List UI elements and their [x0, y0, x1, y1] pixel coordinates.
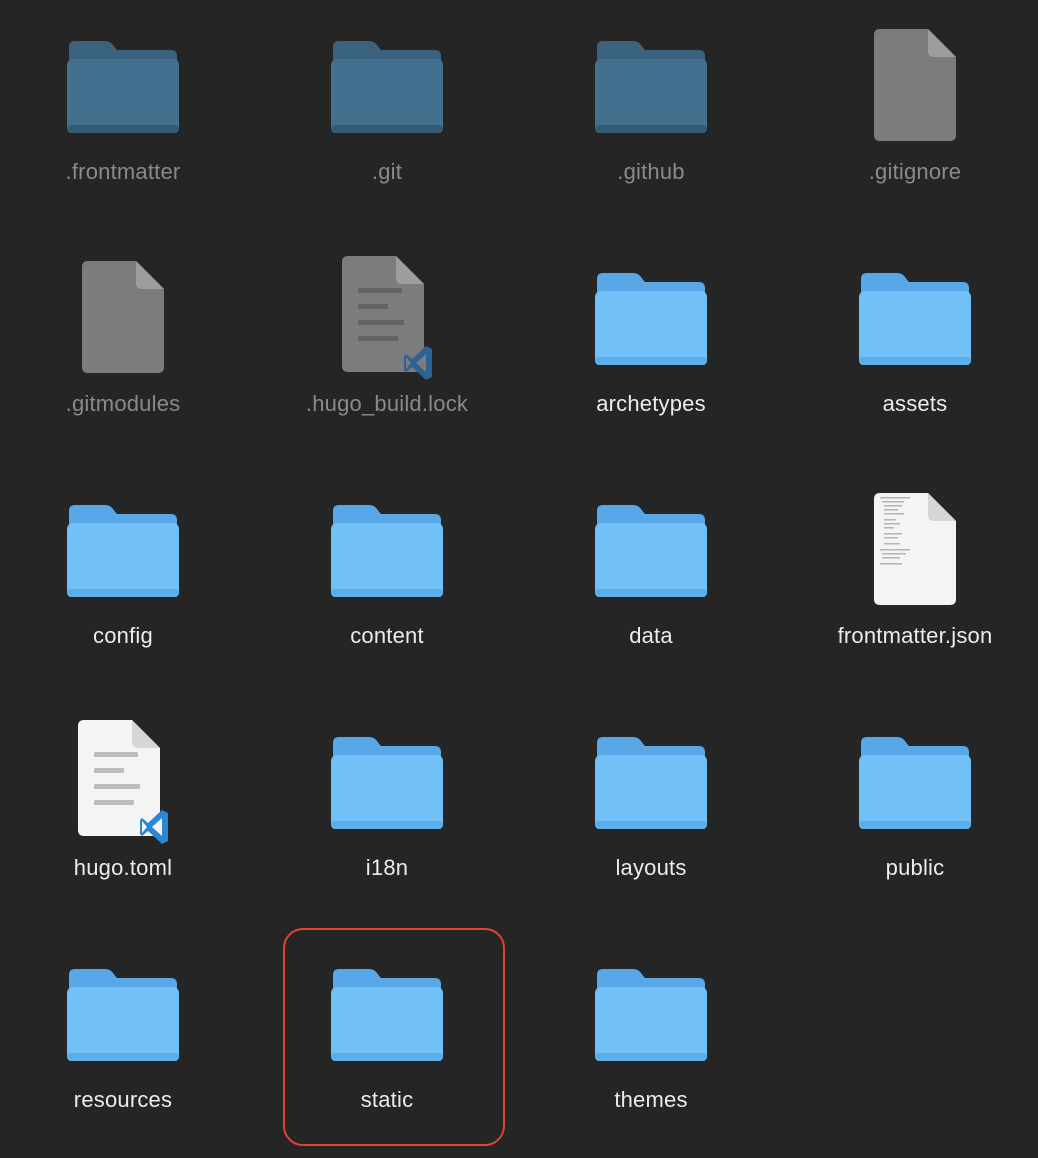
item-label: themes — [614, 1087, 688, 1112]
file-gitignore[interactable]: .gitignore — [795, 20, 1035, 220]
item-label: .frontmatter — [65, 159, 181, 184]
item-label: resources — [73, 1087, 173, 1112]
item-label: static — [360, 1087, 414, 1112]
folder-content[interactable]: content — [267, 484, 507, 684]
folder-icon — [267, 948, 507, 1078]
finder-icon-grid: .frontmatter .git .github .gitignore .gi… — [0, 0, 1038, 1158]
item-label: archetypes — [596, 391, 706, 416]
folder-resources[interactable]: resources — [3, 948, 243, 1148]
item-label: .git — [371, 159, 403, 184]
folder-icon — [267, 20, 507, 150]
folder-icon — [531, 252, 771, 382]
item-label: content — [350, 623, 424, 648]
folder-icon — [531, 484, 771, 614]
text-document-icon — [795, 484, 1035, 614]
item-label: .gitignore — [868, 159, 962, 184]
item-label: .gitmodules — [65, 391, 181, 416]
file-hugo-toml[interactable]: hugo.toml — [3, 716, 243, 916]
item-label: public — [885, 855, 945, 880]
item-label: .hugo_build.lock — [305, 391, 469, 416]
folder-github[interactable]: .github — [531, 20, 771, 220]
folder-config[interactable]: config — [3, 484, 243, 684]
item-label: .github — [617, 159, 685, 184]
file-frontmatter-json[interactable]: frontmatter.json — [795, 484, 1035, 684]
folder-icon — [3, 948, 243, 1078]
folder-icon — [267, 484, 507, 614]
folder-git[interactable]: .git — [267, 20, 507, 220]
item-label: assets — [882, 391, 948, 416]
folder-icon — [3, 20, 243, 150]
blank-document-icon — [795, 20, 1035, 150]
folder-icon — [531, 20, 771, 150]
folder-icon — [795, 252, 1035, 382]
item-label: i18n — [365, 855, 409, 880]
folder-assets[interactable]: assets — [795, 252, 1035, 452]
folder-icon — [795, 716, 1035, 846]
folder-static[interactable]: static — [267, 948, 507, 1148]
folder-archetypes[interactable]: archetypes — [531, 252, 771, 452]
folder-data[interactable]: data — [531, 484, 771, 684]
item-label: hugo.toml — [73, 855, 173, 880]
folder-i18n[interactable]: i18n — [267, 716, 507, 916]
item-label: layouts — [615, 855, 687, 880]
item-label: frontmatter.json — [837, 623, 993, 648]
folder-layouts[interactable]: layouts — [531, 716, 771, 916]
vscode-document-icon — [3, 716, 243, 846]
blank-document-icon — [3, 252, 243, 382]
folder-icon — [3, 484, 243, 614]
folder-icon — [267, 716, 507, 846]
file-hugo-build-lock[interactable]: .hugo_build.lock — [267, 252, 507, 452]
item-label: config — [93, 623, 153, 648]
folder-themes[interactable]: themes — [531, 948, 771, 1148]
item-label: data — [629, 623, 673, 648]
folder-public[interactable]: public — [795, 716, 1035, 916]
vscode-document-icon — [267, 252, 507, 382]
file-gitmodules[interactable]: .gitmodules — [3, 252, 243, 452]
folder-icon — [531, 716, 771, 846]
folder-frontmatter[interactable]: .frontmatter — [3, 20, 243, 220]
folder-icon — [531, 948, 771, 1078]
